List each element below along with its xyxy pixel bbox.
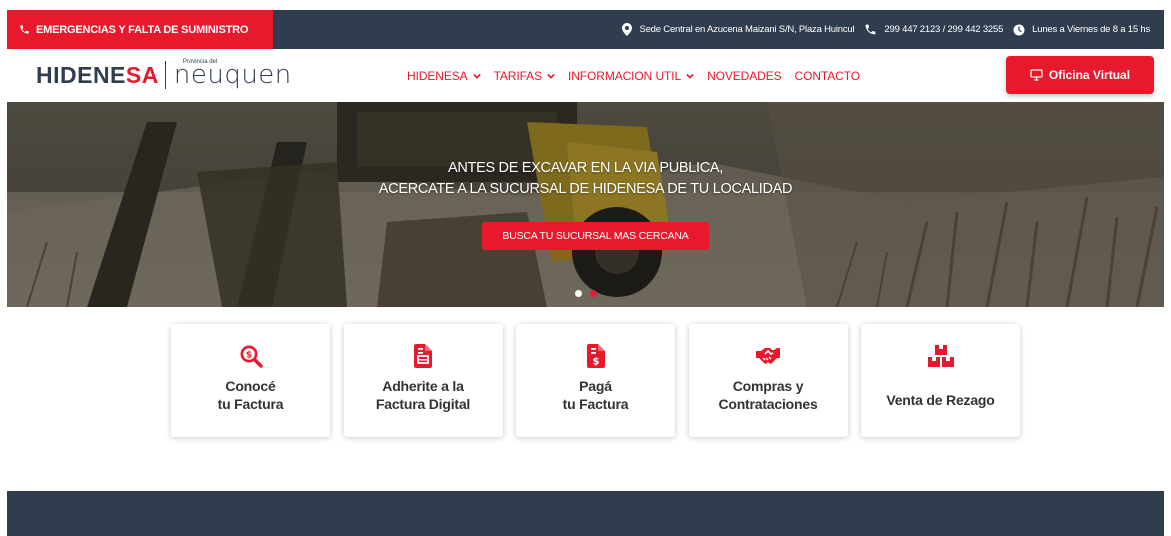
- address-item: Sede Central en Azucena Maizani S/N, Pla…: [622, 23, 855, 36]
- slider-dot-1[interactable]: [574, 290, 582, 297]
- nav-item-hidenesa[interactable]: HIDENESA: [407, 69, 481, 83]
- hours-text: Lunes a Viernes de 8 a 15 hs: [1032, 24, 1150, 35]
- card-label-line1: Pagá: [579, 378, 612, 394]
- oficina-virtual-label: Oficina Virtual: [1048, 68, 1131, 82]
- hero-caption: ANTES DE EXCAVAR EN LA VIA PUBLICA, ACER…: [7, 158, 1164, 200]
- logo[interactable]: HIDENE SA Provincia del neuquen: [36, 58, 291, 92]
- card-label-line2: Contrataciones: [718, 396, 818, 412]
- slider-dots: [7, 290, 1164, 297]
- card-compras-contrataciones[interactable]: Compras y Contrataciones: [688, 324, 848, 437]
- card-label-line2: tu Factura: [217, 396, 284, 412]
- phone-icon: [20, 25, 29, 34]
- slider-dot-2-active[interactable]: [589, 290, 597, 297]
- svg-text:$: $: [592, 357, 599, 368]
- card-conoce-tu-factura[interactable]: $ Conocé tu Factura: [171, 324, 330, 437]
- svg-text:$: $: [245, 351, 251, 361]
- hero-overlay: [7, 102, 1164, 307]
- card-label-line1: Conocé: [225, 378, 276, 394]
- monitor-icon: [1030, 69, 1043, 81]
- hero-caption-line2: ACERCATE A LA SUCURSAL DE HIDENESA DE TU…: [378, 181, 793, 197]
- nav-item-label: HIDENESA: [407, 68, 468, 83]
- nav-item-label: TARIFAS: [493, 68, 543, 83]
- card-factura-digital[interactable]: Adherite a la Factura Digital: [343, 324, 503, 437]
- nav-item-contacto[interactable]: CONTACTO: [794, 68, 861, 83]
- find-branch-button[interactable]: BUSCA TU SUCURSAL MAS CERCANA: [482, 222, 709, 250]
- card-venta-de-rezago[interactable]: Venta de Rezago: [861, 324, 1020, 437]
- nav-item-informacion-util[interactable]: INFORMACION UTIL: [568, 69, 694, 83]
- header: HIDENE SA Provincia del neuquen HIDENESA…: [7, 49, 1164, 102]
- card-paga-tu-factura[interactable]: $ Pagá tu Factura: [516, 324, 675, 437]
- contact-info: Sede Central en Azucena Maizani S/N, Pla…: [612, 10, 1150, 49]
- quick-access-cards: $ Conocé tu Factura Adherite a la Factur…: [171, 324, 1034, 437]
- emergency-label: EMERGENCIAS Y FALTA DE SUMINISTRO: [36, 23, 249, 36]
- nav-item-tarifas[interactable]: TARIFAS: [494, 69, 555, 83]
- invoice-dollar-icon: $: [586, 344, 605, 368]
- hours-item: Lunes a Viernes de 8 a 15 hs: [1013, 24, 1150, 36]
- search-dollar-icon: $: [240, 345, 263, 368]
- handshake-icon: [756, 348, 780, 364]
- card-label-line1: Adherite a la: [382, 378, 464, 394]
- footer-band: [7, 491, 1164, 536]
- phone-icon: [866, 24, 876, 35]
- card-label-line1: Venta de Rezago: [886, 392, 995, 408]
- logo-text-accent: SA: [125, 61, 159, 88]
- card-label-line2: tu Factura: [562, 396, 629, 412]
- card-label-line1: Compras y: [732, 378, 804, 394]
- main-nav: HIDENESA TARIFAS INFORMACION UTIL NOVEDA…: [407, 49, 873, 102]
- province-logo: Provincia del neuquen: [174, 58, 291, 92]
- nav-item-label: INFORMACION UTIL: [567, 68, 682, 83]
- clock-icon: [1013, 24, 1025, 35]
- province-logo-big: neuquen: [173, 60, 292, 90]
- boxes-icon: [927, 345, 954, 367]
- logo-divider: [164, 61, 166, 89]
- page: EMERGENCIAS Y FALTA DE SUMINISTRO Sede C…: [7, 10, 1164, 536]
- top-bar: EMERGENCIAS Y FALTA DE SUMINISTRO Sede C…: [7, 10, 1164, 49]
- address-text: Sede Central en Azucena Maizani S/N, Pla…: [639, 24, 855, 35]
- nav-item-novedades[interactable]: NOVEDADES: [707, 68, 782, 83]
- phones-text: 299 447 2123 / 299 442 3255: [884, 24, 1004, 35]
- emergency-link[interactable]: EMERGENCIAS Y FALTA DE SUMINISTRO: [7, 10, 273, 49]
- card-label-line2: Factura Digital: [375, 396, 471, 412]
- chevron-down-icon: [686, 73, 694, 79]
- nav-item-label: CONTACTO: [794, 68, 861, 83]
- phones-item[interactable]: 299 447 2123 / 299 442 3255: [864, 23, 1003, 36]
- hero-slider: ANTES DE EXCAVAR EN LA VIA PUBLICA, ACER…: [7, 102, 1164, 307]
- location-pin-icon: [622, 23, 633, 36]
- logo-text-main: HIDENE: [36, 61, 126, 88]
- oficina-virtual-button[interactable]: Oficina Virtual: [1006, 56, 1154, 94]
- hero-caption-line1: ANTES DE EXCAVAR EN LA VIA PUBLICA,: [447, 160, 724, 176]
- chevron-down-icon: [472, 73, 481, 79]
- nav-item-label: NOVEDADES: [707, 68, 782, 83]
- chevron-down-icon: [547, 73, 555, 79]
- digital-invoice-icon: [414, 344, 432, 368]
